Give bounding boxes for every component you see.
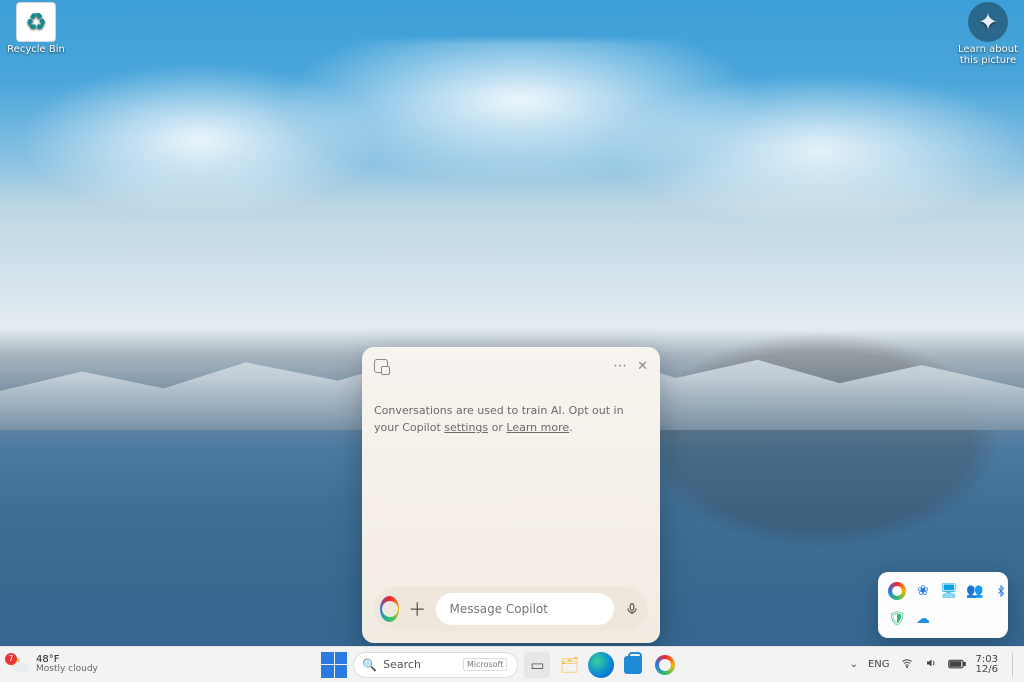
notice-text-2: or — [488, 421, 506, 434]
system-tray-overflow[interactable]: ❀ 🖥 👥 🛡 ☁ — [878, 572, 1008, 638]
language-indicator[interactable]: ENG — [868, 659, 890, 670]
clock-date: 12/6 — [976, 665, 998, 675]
recycle-bin-desktop-icon[interactable]: ♻ Recycle Bin — [4, 2, 68, 55]
spotlight-icon: ✦ — [968, 2, 1008, 42]
clock[interactable]: 7:03 12/6 — [976, 655, 998, 675]
edge-button[interactable] — [588, 652, 614, 678]
copilot-taskbar-button[interactable] — [652, 652, 678, 678]
search-icon: 🔍 — [362, 658, 377, 672]
start-button[interactable] — [321, 652, 347, 678]
copilot-message-input[interactable] — [436, 593, 614, 625]
more-options-button[interactable]: ⋯ — [613, 358, 627, 374]
volume-icon[interactable] — [924, 657, 938, 672]
tray-phone-link-icon[interactable]: 🖥 — [940, 582, 958, 600]
file-explorer-button[interactable]: 🗂 — [556, 652, 582, 678]
tray-onedrive-icon[interactable]: ☁ — [914, 610, 932, 628]
tray-windows-security-icon[interactable]: 🛡 — [888, 610, 906, 628]
learn-more-link[interactable]: Learn more — [506, 421, 569, 434]
recycle-bin-label: Recycle Bin — [4, 44, 68, 55]
recycle-bin-icon: ♻ — [16, 2, 56, 42]
learn-about-picture-label: Learn about this picture — [956, 44, 1020, 66]
tray-teams-icon[interactable]: 👥 — [966, 582, 984, 600]
battery-icon[interactable] — [948, 658, 966, 672]
task-view-button[interactable]: ▭ — [524, 652, 550, 678]
taskbar-center: 🔍 Search Microsoft ▭ 🗂 — [150, 652, 850, 678]
weather-condition: Mostly cloudy — [36, 665, 98, 674]
taskbar-search[interactable]: 🔍 Search Microsoft — [353, 652, 518, 678]
wifi-icon[interactable] — [900, 657, 914, 672]
tray-copilot-icon[interactable] — [888, 582, 906, 600]
copilot-logo-icon[interactable] — [380, 596, 399, 622]
copilot-titlebar: ⋯ ✕ — [374, 357, 648, 375]
search-label: Search — [383, 658, 421, 671]
copilot-input-row: ＋ — [374, 587, 648, 631]
widgets-button[interactable]: 7 48°F Mostly cloudy — [0, 654, 150, 676]
taskbar: 7 48°F Mostly cloudy 🔍 Search Microsoft … — [0, 646, 1024, 682]
clock-time: 7:03 — [976, 655, 998, 665]
weather-alert-badge: 7 — [5, 653, 17, 665]
tray-birdsong-icon[interactable]: ❀ — [914, 582, 932, 600]
taskbar-right: ⌄ ENG 7:03 12/6 — [850, 653, 1024, 677]
microphone-button[interactable] — [622, 595, 642, 623]
microsoft-store-button[interactable] — [620, 652, 646, 678]
weather-icon: 7 — [8, 654, 30, 676]
search-microsoft-badge: Microsoft — [463, 658, 507, 671]
notice-text-3: . — [569, 421, 573, 434]
new-topic-button[interactable]: ＋ — [407, 595, 427, 623]
expand-icon[interactable] — [374, 359, 388, 373]
tray-bluetooth-icon[interactable] — [992, 582, 1010, 600]
close-button[interactable]: ✕ — [637, 359, 648, 374]
settings-link[interactable]: settings — [444, 421, 488, 434]
learn-about-picture-desktop-icon[interactable]: ✦ Learn about this picture — [956, 2, 1020, 66]
tray-overflow-chevron[interactable]: ⌄ — [850, 659, 858, 670]
show-desktop-button[interactable] — [1012, 653, 1016, 677]
copilot-privacy-notice: Conversations are used to train AI. Opt … — [374, 403, 648, 436]
desktop[interactable]: ♻ Recycle Bin ✦ Learn about this picture… — [0, 0, 1024, 682]
copilot-window[interactable]: ⋯ ✕ Conversations are used to train AI. … — [362, 347, 660, 643]
